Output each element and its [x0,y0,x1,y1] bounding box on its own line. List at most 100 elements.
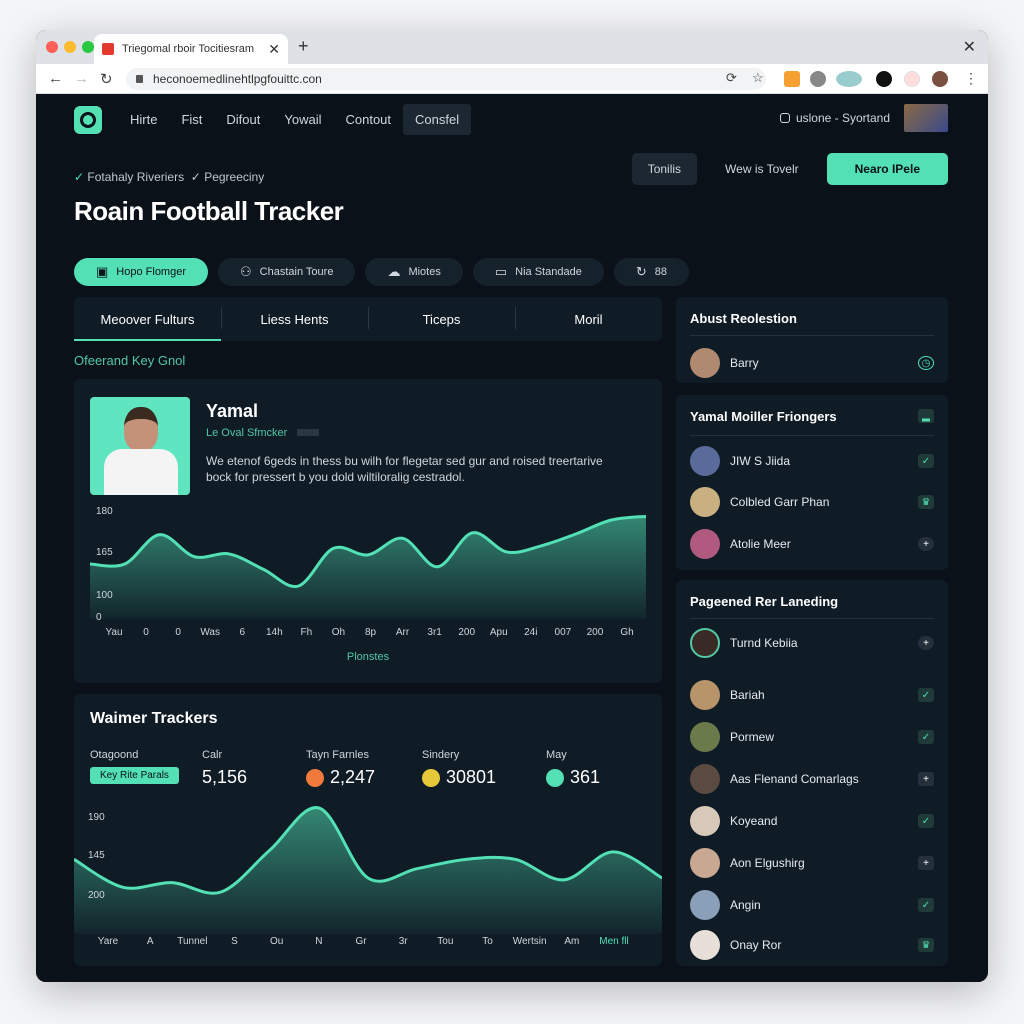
x-tick-label: 007 [555,627,572,638]
list-item[interactable]: Onay Ror ♛ [690,929,934,961]
check-icon[interactable]: ✓ [918,454,934,468]
nav-item[interactable]: Yowail [272,104,333,135]
crown-icon[interactable]: ♛ [918,495,934,509]
check-icon[interactable]: ✓ [918,814,934,828]
filter-pill[interactable]: ⚇ Chastain Toure [218,258,356,286]
plus-icon[interactable]: + [918,772,934,786]
x-tick-label: Men fll [599,936,628,947]
tab-bar: Triegomal rboir Tocitiesram ✕ + ✕ [36,30,988,64]
x-tick-label: 3r [399,936,409,947]
reload-icon[interactable]: ↻ [100,70,113,88]
maximize-button[interactable] [82,41,94,53]
ghost-button[interactable]: Wew is Tovelr [709,153,815,185]
chart-icon[interactable]: ▂ [918,409,934,423]
avatar [690,628,720,658]
nav-item[interactable]: Difout [214,104,272,135]
check-icon[interactable]: ✓ [918,898,934,912]
y-tick-label: 180 [96,506,113,517]
forward-icon[interactable]: → [74,70,89,87]
primary-button[interactable]: Nearo IPele [826,153,948,185]
stat-badge[interactable]: Key Rite Parals [90,767,179,784]
extension-icon[interactable] [836,71,862,87]
stat: Tayn Farnles 2,247 [306,749,375,788]
x-tick-label: Gr [355,936,367,947]
avatar [690,680,720,710]
nav-item-active[interactable]: Consfel [403,104,472,135]
user-menu[interactable]: uslone - Syortand [779,104,948,132]
filter-pill[interactable]: ☁ Miotes [365,258,463,286]
tab-1[interactable]: Liess Hents [221,297,368,341]
filter-pill[interactable]: ▭ Nia Standade [472,258,604,286]
section-label: Ofeerand Key Gnol [74,353,186,368]
panel-friongers: Yamal Moiller Friongers ▂ JIW S Jiida ✓ C… [676,395,948,570]
minimize-button[interactable] [64,41,76,53]
tab-2[interactable]: Ticeps [368,297,515,341]
list-item[interactable]: JIW S Jiida ✓ [690,445,934,477]
nav-item[interactable]: Contout [333,104,403,135]
tab-3[interactable]: Moril [515,297,662,341]
list-item[interactable]: Atolie Meer + [690,528,934,560]
url-text: heconoemedlinehtlpgfouittc.con [153,72,322,86]
close-icon[interactable]: ✕ [963,37,976,57]
translate-icon[interactable]: ⟳ [726,70,737,86]
logo-icon[interactable] [74,105,102,134]
list-item[interactable]: Turnd Kebiia + [690,627,934,659]
check-icon[interactable]: ✓ [918,730,934,744]
stat: Calr 5,156 [202,749,247,788]
extension-icon[interactable] [810,71,826,87]
pill-label: Miotes [408,266,441,278]
close-window-button[interactable] [46,41,58,53]
list-item[interactable]: Pormew ✓ [690,721,934,753]
x-tick-label: 200 [458,627,475,638]
secondary-button[interactable]: Tonilis [631,153,698,185]
nav-item[interactable]: Hirte [118,104,169,135]
list-item[interactable]: Aon Elgushirg + [690,847,934,879]
browser-tab[interactable]: Triegomal rboir Tocitiesram ✕ [94,34,288,64]
menu-icon[interactable]: ⋮ [964,70,978,87]
list-item[interactable]: Koyeand ✓ [690,805,934,837]
app: Hirte Fist Difout Yowail Contout Consfel… [36,94,988,982]
avatar [690,529,720,559]
new-tab-icon[interactable]: + [298,36,309,57]
filter-pill[interactable]: ↻ 88 [613,258,689,286]
list-item[interactable]: Barry ◷ [690,347,934,379]
list-item[interactable]: Aas Flenand Comarlags + [690,763,934,795]
item-name: JIW S Jiida [730,454,791,468]
check-label: Fotahaly Riveriers [87,170,185,184]
plus-icon[interactable]: + [918,537,934,551]
filter-pill[interactable]: ▣ Hopo Flomger [74,258,208,286]
url-input[interactable]: heconoemedlinehtlpgfouittc.con [126,68,766,90]
tag-icon [297,429,320,436]
status-icon [779,113,790,123]
x-tick-label: Tou [437,936,453,947]
back-icon[interactable]: ← [48,70,63,87]
x-tick-label: Apu [490,627,508,638]
plus-icon[interactable]: + [918,636,934,650]
list-item[interactable]: Angin ✓ [690,889,934,921]
extension-icon[interactable] [876,71,892,87]
crown-icon[interactable]: ♛ [918,938,934,952]
bookmark-icon[interactable]: ☆ [752,70,764,86]
close-tab-icon[interactable]: ✕ [268,41,280,58]
list-item[interactable]: Bariah ✓ [690,679,934,711]
x-tick-label: Ou [270,936,283,947]
tab-0[interactable]: Meoover Fulturs [74,297,221,341]
coin-icon [546,768,564,787]
stat-value: 5,156 [202,767,248,787]
item-name: Colbled Garr Phan [730,495,830,509]
nav-item[interactable]: Fist [169,104,214,135]
check-icon: ✓ [74,170,85,184]
clock-icon[interactable]: ◷ [918,356,934,370]
list-item[interactable]: Colbled Garr Phan ♛ [690,486,934,518]
check-icon[interactable]: ✓ [918,688,934,702]
stats-title: Waimer Trackers [90,710,218,727]
extension-icon[interactable] [784,71,800,87]
avatar [690,890,720,920]
extension-icon[interactable] [904,71,920,87]
filter-pills: ▣ Hopo Flomger ⚇ Chastain Toure ☁ Miotes ▭ N… [74,258,689,286]
stat-value: 361 [570,767,601,787]
tablet-icon: ▭ [494,264,508,279]
profile-avatar[interactable] [932,71,948,87]
user-avatar[interactable] [904,104,948,132]
plus-icon[interactable]: + [918,856,934,870]
